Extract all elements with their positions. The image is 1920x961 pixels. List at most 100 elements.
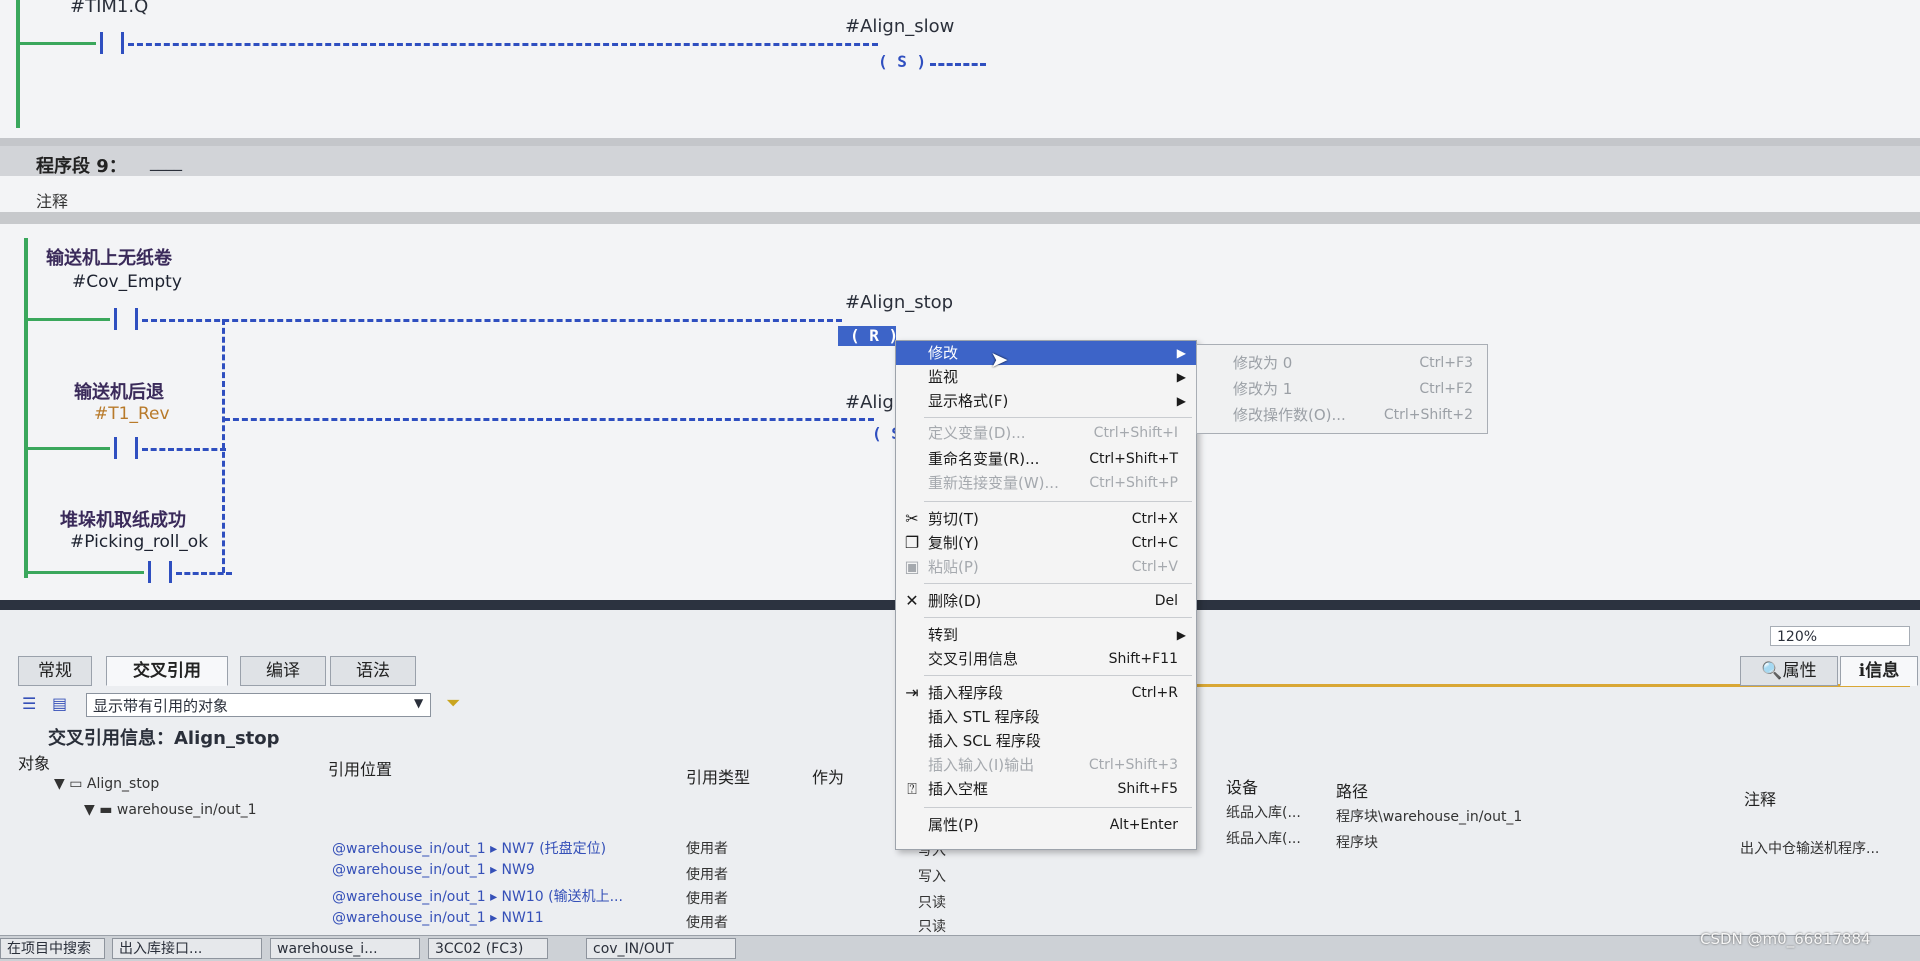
- tab-properties-label: 属性: [1782, 661, 1817, 681]
- column-header[interactable]: 路径: [1336, 778, 1368, 802]
- menu-item-rename-tag[interactable]: 重命名变量(R)... Ctrl+Shift+T: [896, 447, 1196, 471]
- submenu-item-modify-operand: 修改操作数(O)... Ctrl+Shift+2: [1197, 403, 1487, 427]
- chevron-down-icon[interactable]: ▼: [414, 696, 423, 710]
- ref-location-link[interactable]: @warehouse_in/out_1 ▸ NW10 (输送机上...: [332, 886, 623, 906]
- column-header[interactable]: 作为: [812, 764, 844, 788]
- column-header[interactable]: 引用类型: [686, 764, 750, 788]
- branch-wire: [222, 319, 225, 573]
- menu-item-properties[interactable]: 属性(P) Alt+Enter: [896, 813, 1196, 837]
- tab-general[interactable]: 常规: [18, 656, 92, 686]
- menu-shortcut: Ctrl+Shift+3: [1088, 757, 1178, 773]
- menu-item-label: 插入空框: [928, 780, 989, 798]
- network-comment[interactable]: 注释: [36, 188, 68, 212]
- menu-item-label: 插入 STL 程序段: [928, 708, 1040, 726]
- tab-syntax[interactable]: 语法: [330, 656, 416, 686]
- menu-item-label: 定义变量(D)...: [928, 424, 1026, 442]
- tree-item-label: Align_stop: [86, 776, 160, 792]
- tree-view-icon[interactable]: ▤: [52, 694, 74, 713]
- tab-compile[interactable]: 编译: [240, 656, 326, 686]
- copy-icon: ❐: [904, 533, 920, 552]
- path-cell: 程序块: [1336, 835, 1378, 851]
- contact-operand[interactable]: #Cov_Empty: [72, 272, 182, 292]
- menu-item-cut[interactable]: ✂ 剪切(T) Ctrl+X: [896, 507, 1196, 531]
- menu-item-label: 修改为 0: [1233, 354, 1293, 372]
- rail-wire: [16, 42, 96, 45]
- contact-comment: 输送机后退: [74, 382, 164, 403]
- menu-item-modify[interactable]: 修改 ▶: [896, 341, 1196, 365]
- menu-item-label: 转到: [928, 626, 959, 644]
- contact-no[interactable]: [98, 32, 126, 54]
- tree-item-label: warehouse_in/out_1: [116, 802, 257, 818]
- column-header[interactable]: 引用位置: [328, 756, 392, 780]
- scissors-icon: ✂: [905, 509, 919, 528]
- network-title: 程序段 9：: [36, 156, 127, 177]
- menu-item-insert-scl[interactable]: 插入 SCL 程序段: [896, 729, 1196, 753]
- contact-operand[interactable]: #T1_Rev: [94, 404, 170, 424]
- contact-picking-roll-ok[interactable]: [146, 561, 174, 583]
- column-header[interactable]: 注释: [1744, 786, 1776, 810]
- menu-item-cross-reference[interactable]: 交叉引用信息 Shift+F11: [896, 647, 1196, 671]
- submenu-modify: 修改为 0 Ctrl+F3 修改为 1 Ctrl+F2 修改操作数(O)... Ctr…: [1196, 344, 1488, 434]
- menu-item-rewire-tag: 重新连接变量(W)... Ctrl+Shift+P: [896, 471, 1196, 495]
- contact-cov-empty[interactable]: [112, 308, 140, 330]
- menu-item-display-format[interactable]: 显示格式(F) ▶: [896, 389, 1196, 413]
- tab-info[interactable]: ℹ信息: [1840, 656, 1918, 686]
- insert-network-icon: ⇥: [905, 683, 919, 702]
- mouse-cursor-icon: ➤: [990, 348, 1009, 373]
- coil-operand: #Align_slow: [845, 16, 955, 37]
- tab-properties[interactable]: 🔍属性: [1740, 656, 1838, 686]
- power-rail: [16, 0, 20, 128]
- menu-item-insert-empty-box[interactable]: ⍰ 插入空框 Shift+F5: [896, 777, 1196, 801]
- zoom-field[interactable]: 120%: [1770, 626, 1910, 646]
- filter-icon[interactable]: ⏷: [446, 693, 460, 714]
- ref-location-link[interactable]: @warehouse_in/out_1 ▸ NW11: [332, 910, 544, 926]
- connection-wire: [224, 418, 874, 421]
- taskbar-item[interactable]: 出入库接口...: [112, 938, 262, 959]
- menu-shortcut: Ctrl+C: [1131, 535, 1178, 551]
- expand-icon[interactable]: ▼ ▭: [54, 776, 87, 792]
- menu-item-goto[interactable]: 转到 ▶: [896, 623, 1196, 647]
- delete-icon: ✕: [905, 591, 919, 610]
- path-cell: 程序块\warehouse_in/out_1: [1336, 809, 1523, 825]
- tab-info-label: 信息: [1865, 661, 1900, 681]
- contact-t1-rev[interactable]: [112, 437, 140, 459]
- connection-wire: [930, 63, 986, 66]
- taskbar-item[interactable]: cov_IN/OUT: [586, 938, 736, 959]
- menu-shortcut: Ctrl+R: [1131, 685, 1178, 701]
- menu-item-monitor[interactable]: 监视 ▶: [896, 365, 1196, 389]
- menu-separator: [924, 617, 1192, 618]
- menu-item-insert-network[interactable]: ⇥ 插入程序段 Ctrl+R: [896, 681, 1196, 705]
- menu-item-insert-stl[interactable]: 插入 STL 程序段: [896, 705, 1196, 729]
- menu-shortcut: Ctrl+X: [1131, 511, 1178, 527]
- menu-item-label: 显示格式(F): [928, 392, 1009, 410]
- menu-item-delete[interactable]: ✕ 删除(D) Del: [896, 589, 1196, 613]
- tree-item[interactable]: ▼ ▬ warehouse_in/out_1: [84, 802, 257, 818]
- contact-comment: 堆垛机取纸成功: [60, 510, 186, 531]
- tab-cross-reference[interactable]: 交叉引用: [106, 656, 228, 686]
- menu-shortcut: Ctrl+Shift+I: [1093, 425, 1178, 441]
- taskbar-item[interactable]: 3CC02 (FC3): [428, 938, 548, 959]
- taskbar-item[interactable]: 在项目中搜索: [0, 938, 105, 959]
- tree-item[interactable]: ▼ ▭ Align_stop: [54, 776, 159, 792]
- menu-item-copy[interactable]: ❐ 复制(Y) Ctrl+C: [896, 531, 1196, 555]
- column-header[interactable]: 设备: [1226, 774, 1258, 798]
- chevron-right-icon: ▶: [1176, 394, 1186, 408]
- menu-item-label: 重命名变量(R)...: [928, 450, 1040, 468]
- ref-as: 写入: [918, 869, 946, 885]
- rail-wire: [24, 571, 144, 574]
- network-header[interactable]: [0, 146, 1920, 176]
- menu-item-label: 重新连接变量(W)...: [928, 474, 1059, 492]
- column-header[interactable]: 对象: [18, 750, 50, 774]
- set-coil[interactable]: ( S ): [878, 52, 926, 71]
- menu-item-label: 插入输入(I)输出: [928, 756, 1035, 774]
- filter-select[interactable]: 显示带有引用的对象: [86, 693, 431, 717]
- list-view-icon[interactable]: ☰: [22, 694, 44, 713]
- ref-location-link[interactable]: @warehouse_in/out_1 ▸ NW9: [332, 862, 535, 878]
- ref-type: 使用者: [686, 891, 728, 907]
- ref-location-link[interactable]: @warehouse_in/out_1 ▸ NW7 (托盘定位): [332, 838, 606, 858]
- contact-operand[interactable]: #Picking_roll_ok: [70, 532, 208, 552]
- reset-coil[interactable]: ( R ): [850, 326, 898, 345]
- menu-shortcut: Ctrl+Shift+T: [1089, 451, 1178, 467]
- taskbar-item[interactable]: warehouse_i...: [270, 938, 420, 959]
- expand-icon[interactable]: ▼ ▬: [84, 802, 117, 818]
